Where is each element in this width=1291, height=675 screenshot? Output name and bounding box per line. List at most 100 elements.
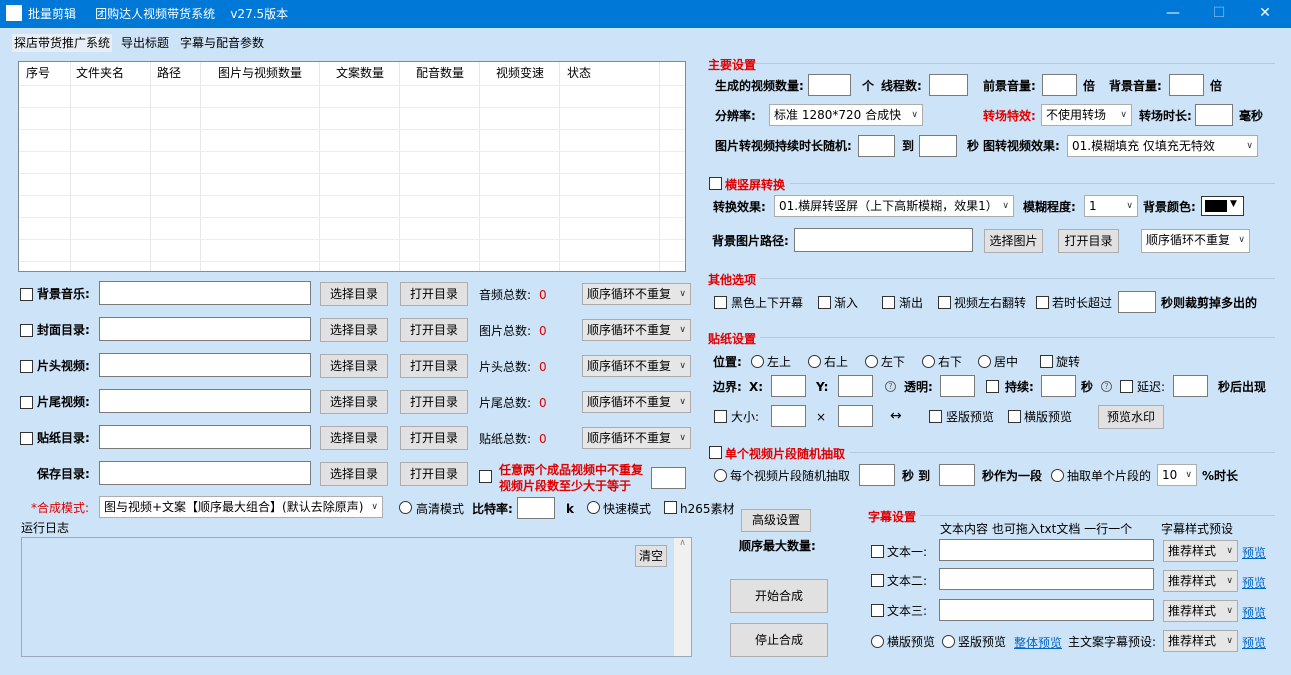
help-icon[interactable]: ? [885,381,896,392]
maximize-button[interactable]: ☐ [1196,0,1242,28]
bg-image-path-input[interactable] [794,228,973,252]
flip-checkbox[interactable] [938,296,951,309]
col-speed[interactable]: 视频变速 [496,62,544,84]
subtitle-3-checkbox[interactable] [871,604,884,617]
sticker-select-button[interactable]: 选择目录 [320,426,388,450]
outro-select-button[interactable]: 选择目录 [320,390,388,414]
threads-input[interactable] [929,74,968,96]
duration-input[interactable] [1041,375,1076,397]
bgm-checkbox[interactable] [20,288,33,301]
start-compose-button[interactable]: 开始合成 [730,579,828,613]
pos-top-left-radio[interactable] [751,355,764,368]
outro-open-button[interactable]: 打开目录 [400,390,468,414]
subtitle-2-input[interactable] [939,568,1154,590]
duration-min-input[interactable] [858,135,895,157]
intro-open-button[interactable]: 打开目录 [400,354,468,378]
size-width-input[interactable] [771,405,806,427]
transition-duration-input[interactable] [1195,104,1233,126]
save-open-button[interactable]: 打开目录 [400,462,468,486]
bgm-select-button[interactable]: 选择目录 [320,282,388,306]
compose-mode-select[interactable]: 图与视频+文案【顺序最大组合】(默认去除原声) ∨ [99,496,383,518]
duration-max-input[interactable] [919,135,957,157]
black-curtain-checkbox[interactable] [714,296,727,309]
horizontal-preview-radio[interactable] [871,635,884,648]
vertical-preview-checkbox[interactable] [929,410,942,423]
log-scrollbar[interactable]: ∧ [674,538,691,656]
subtitle-2-style-select[interactable]: 推荐样式 ∨ [1163,570,1238,592]
col-copy-count[interactable]: 文案数量 [336,62,384,84]
delay-checkbox[interactable] [1120,380,1133,393]
bg-color-picker[interactable]: ▼ [1201,196,1244,216]
fade-in-checkbox[interactable] [818,296,831,309]
swap-arrows-icon[interactable]: ↔ [890,408,902,424]
tab-subtitle-params[interactable]: 字幕与配音参数 [178,34,266,52]
segment-percent-select[interactable]: 10 ∨ [1157,464,1197,486]
close-button[interactable]: ✕ [1242,0,1288,28]
stop-compose-button[interactable]: 停止合成 [730,623,828,657]
pos-top-right-radio[interactable] [808,355,821,368]
subtitle-1-style-select[interactable]: 推荐样式 ∨ [1163,540,1238,562]
main-subtitle-preview-link[interactable]: 预览 [1242,634,1266,651]
bg-volume-input[interactable] [1169,74,1204,96]
video-count-input[interactable] [808,74,851,96]
cover-path-input[interactable] [99,317,311,341]
resolution-select[interactable]: 标准 1280*720 合成快 ∨ [769,104,923,126]
margin-y-input[interactable] [838,375,873,397]
pos-center-radio[interactable] [978,355,991,368]
subtitle-3-input[interactable] [939,599,1154,621]
intro-mode-select[interactable]: 顺序循环不重复 ∨ [582,355,691,377]
sticker-open-button[interactable]: 打开目录 [400,426,468,450]
pick-image-button[interactable]: 选择图片 [984,229,1043,253]
intro-path-input[interactable] [99,353,311,377]
preview-watermark-button[interactable]: 预览水印 [1098,405,1164,429]
subtitle-2-checkbox[interactable] [871,574,884,587]
orientation-checkbox[interactable] [709,177,722,190]
transition-select[interactable]: 不使用转场 ∨ [1041,104,1132,126]
intro-select-button[interactable]: 选择目录 [320,354,388,378]
subtitle-2-preview-link[interactable]: 预览 [1242,574,1266,591]
duration-checkbox[interactable] [986,380,999,393]
col-voice-count[interactable]: 配音数量 [416,62,464,84]
cover-mode-select[interactable]: 顺序循环不重复 ∨ [582,319,691,341]
subtitle-3-preview-link[interactable]: 预览 [1242,604,1266,621]
cover-select-button[interactable]: 选择目录 [320,318,388,342]
overall-preview-link[interactable]: 整体预览 [1014,634,1062,651]
tab-export-title[interactable]: 导出标题 [119,34,171,52]
segment-min-input[interactable] [859,464,895,486]
opacity-input[interactable] [940,375,975,397]
cover-open-button[interactable]: 打开目录 [400,318,468,342]
main-subtitle-style-select[interactable]: 推荐样式 ∨ [1163,630,1238,652]
open-bg-dir-button[interactable]: 打开目录 [1058,229,1119,253]
size-checkbox[interactable] [714,410,727,423]
folder-grid[interactable]: 序号 文件夹名 路径 图片与视频数量 文案数量 配音数量 视频变速 状态 [18,61,686,272]
rotate-checkbox[interactable] [1040,355,1053,368]
advanced-settings-button[interactable]: 高级设置 [741,509,811,532]
blur-level-select[interactable]: 1 ∨ [1084,195,1138,217]
outro-mode-select[interactable]: 顺序循环不重复 ∨ [582,391,691,413]
outro-path-input[interactable] [99,389,311,413]
trim-checkbox[interactable] [1036,296,1049,309]
trim-seconds-input[interactable] [1118,291,1156,313]
delay-input[interactable] [1173,375,1208,397]
bg-image-mode-select[interactable]: 顺序循环不重复 ∨ [1141,229,1250,253]
subtitle-1-preview-link[interactable]: 预览 [1242,544,1266,561]
subtitle-3-style-select[interactable]: 推荐样式 ∨ [1163,600,1238,622]
save-select-button[interactable]: 选择目录 [320,462,388,486]
unique-segments-input[interactable] [651,467,686,489]
segment-max-input[interactable] [939,464,975,486]
sticker-path-input[interactable] [99,425,311,449]
col-status[interactable]: 状态 [567,62,591,84]
segment-extract-radio[interactable] [1051,469,1064,482]
segment-checkbox[interactable] [709,446,722,459]
convert-effect-select[interactable]: 01.横屏转竖屏（上下高斯模糊，效果1） ∨ [774,195,1014,217]
cover-checkbox[interactable] [20,324,33,337]
horizontal-preview-checkbox[interactable] [1008,410,1021,423]
fg-volume-input[interactable] [1042,74,1077,96]
margin-x-input[interactable] [771,375,806,397]
minimize-button[interactable]: — [1150,0,1196,28]
save-path-input[interactable] [99,461,311,485]
intro-checkbox[interactable] [20,360,33,373]
col-path[interactable]: 路径 [157,62,181,84]
pos-bottom-left-radio[interactable] [865,355,878,368]
hd-mode-radio[interactable] [399,501,412,514]
